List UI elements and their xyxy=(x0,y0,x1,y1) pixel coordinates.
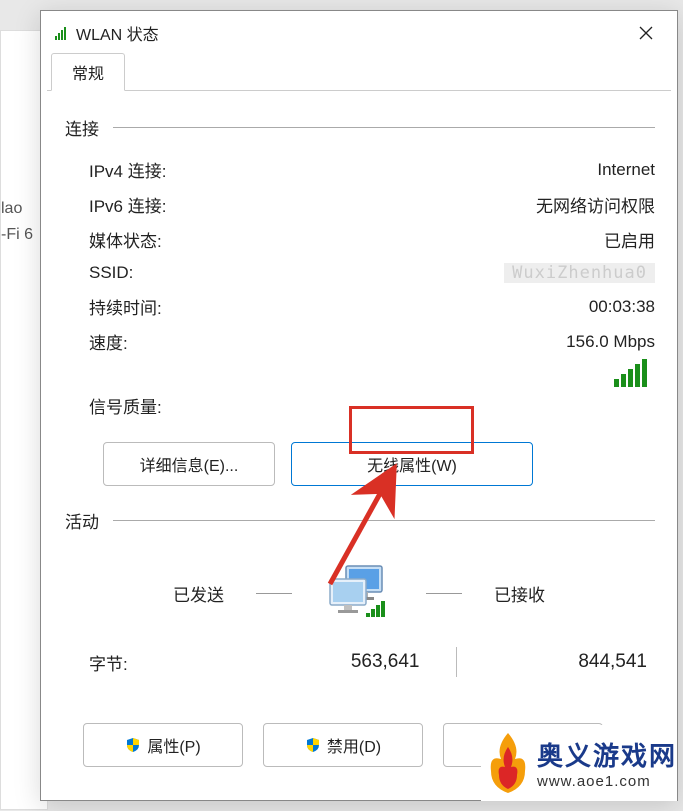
dialog-content: 连接 IPv4 连接: Internet IPv6 连接: 无网络访问权限 媒体… xyxy=(41,91,677,785)
ipv6-label: IPv6 连接: xyxy=(89,192,166,217)
bytes-row: 字节: 563,641 844,541 xyxy=(63,633,655,687)
duration-value: 00:03:38 xyxy=(589,297,655,317)
properties-label: 属性(P) xyxy=(147,733,200,757)
shield-icon xyxy=(125,737,141,753)
shield-icon xyxy=(305,737,321,753)
details-button[interactable]: 详细信息(E)... xyxy=(103,442,275,486)
media-label: 媒体状态: xyxy=(89,227,162,252)
bytes-sent-value: 563,641 xyxy=(229,651,456,673)
media-value: 已启用 xyxy=(604,227,655,252)
titlebar: WLAN 状态 xyxy=(41,11,677,55)
signal-quality-icon xyxy=(614,359,647,387)
ipv4-label: IPv4 连接: xyxy=(89,157,166,182)
activity-title: 活动 xyxy=(63,508,99,533)
bytes-label: 字节: xyxy=(89,650,229,675)
bytes-recv-value: 844,541 xyxy=(457,651,656,673)
properties-button[interactable]: 属性(P) xyxy=(83,723,243,767)
watermark: 奥义游戏网 www.aoe1.com xyxy=(481,725,677,801)
disable-label: 禁用(D) xyxy=(327,733,381,757)
signal-label: 信号质量: xyxy=(89,393,162,418)
activity-header: 活动 xyxy=(63,508,655,533)
ssid-label: SSID: xyxy=(89,263,133,283)
watermark-name: 奥义游戏网 xyxy=(537,736,677,773)
ipv4-value: Internet xyxy=(597,160,655,180)
duration-row: 持续时间: 00:03:38 xyxy=(63,289,655,324)
signal-label-row: 信号质量: xyxy=(63,387,655,424)
sent-label: 已发送 xyxy=(173,581,224,606)
media-row: 媒体状态: 已启用 xyxy=(63,222,655,257)
close-icon xyxy=(639,26,653,40)
wireless-properties-button[interactable]: 无线属性(W) xyxy=(291,442,533,486)
ssid-row: SSID: WuxiZhenhua0 xyxy=(63,257,655,289)
ipv6-value: 无网络访问权限 xyxy=(536,192,655,217)
tab-row: 常规 xyxy=(47,55,671,91)
disable-button[interactable]: 禁用(D) xyxy=(263,723,423,767)
speed-value: 156.0 Mbps xyxy=(566,332,655,352)
flame-icon xyxy=(485,729,531,797)
wifi-signal-icon xyxy=(55,27,66,40)
speed-label: 速度: xyxy=(89,329,128,354)
connection-title: 连接 xyxy=(63,115,99,140)
connection-header: 连接 xyxy=(63,115,655,140)
ssid-value: WuxiZhenhua0 xyxy=(504,263,655,283)
tab-general[interactable]: 常规 xyxy=(51,53,125,91)
window-title: WLAN 状态 xyxy=(76,21,623,45)
ipv4-row: IPv4 连接: Internet xyxy=(63,152,655,187)
background-text: lao -Fi 6 xyxy=(1,196,33,248)
recv-label: 已接收 xyxy=(494,581,545,606)
duration-label: 持续时间: xyxy=(89,294,162,319)
connection-buttons: 详细信息(E)... 无线属性(W) xyxy=(63,424,655,494)
activity-display: 已发送 xyxy=(63,545,655,633)
watermark-url: www.aoe1.com xyxy=(537,773,677,790)
network-activity-icon xyxy=(324,563,394,623)
wlan-status-dialog: WLAN 状态 常规 连接 IPv4 连接: Internet IPv6 连接:… xyxy=(40,10,678,801)
close-button[interactable] xyxy=(623,17,669,49)
ipv6-row: IPv6 连接: 无网络访问权限 xyxy=(63,187,655,222)
